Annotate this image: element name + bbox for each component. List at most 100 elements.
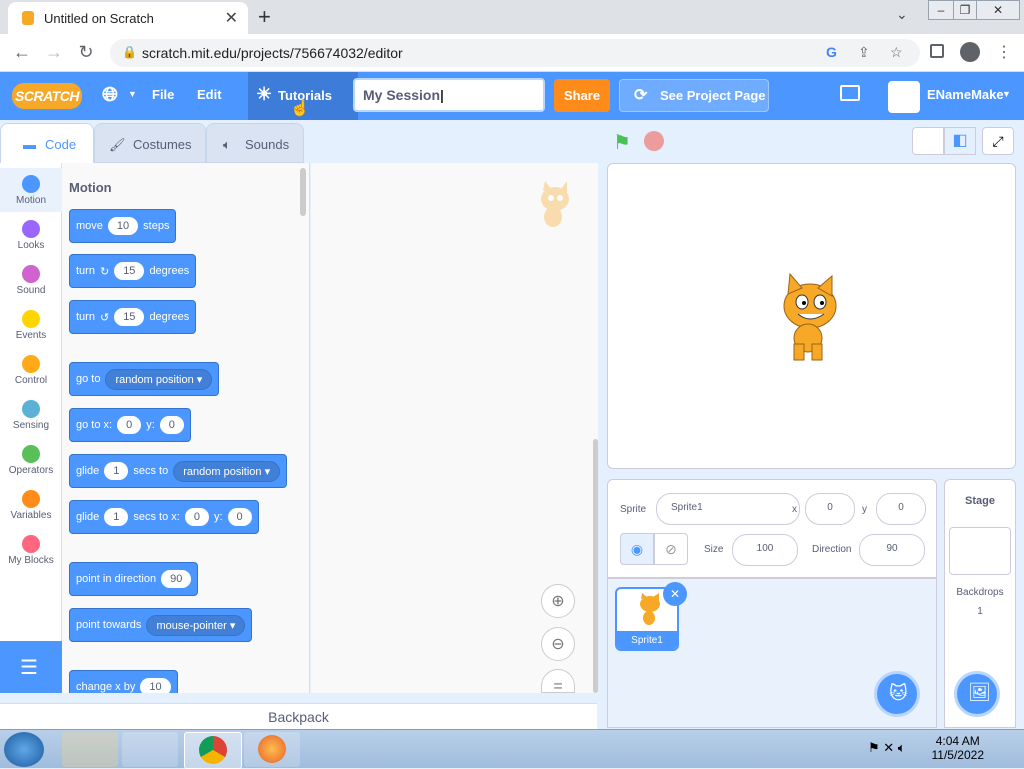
my-stuff-folder-icon[interactable]	[840, 85, 860, 101]
username-menu[interactable]: ENameMake	[927, 87, 1004, 102]
stage-target-panel[interactable]: Stage Backdrops 1 🖼︎	[944, 479, 1016, 728]
language-globe-icon[interactable]: 🌐︎	[102, 84, 118, 107]
green-flag-icon[interactable]: ⚑	[613, 130, 631, 155]
browser-tab[interactable]: Untitled on Scratch ✕	[8, 2, 248, 34]
stage-title: Stage	[965, 495, 995, 507]
block-input[interactable]: 0	[159, 416, 184, 434]
block-input[interactable]: 10	[107, 217, 139, 235]
tab-code[interactable]: ▬ Code	[0, 123, 94, 163]
hide-sprite-eye-icon[interactable]: ⊘	[654, 533, 688, 565]
category-sound[interactable]: Sound	[0, 258, 62, 302]
category-my-blocks[interactable]: My Blocks	[0, 528, 62, 572]
block-input[interactable]: 0	[227, 508, 252, 526]
go-to-xy-block[interactable]: go to x: 0 y: 0	[69, 408, 191, 442]
stage-canvas[interactable]	[607, 163, 1016, 469]
add-extension-button[interactable]: ☰	[0, 641, 62, 693]
google-icon[interactable]: G	[826, 44, 837, 60]
new-tab-icon[interactable]: +	[258, 4, 271, 30]
block-dropdown[interactable]: random position ▾	[105, 368, 213, 390]
block-input[interactable]: 15	[114, 262, 145, 280]
category-variables[interactable]: Variables	[0, 483, 62, 527]
sprite-cat-icon[interactable]	[768, 272, 854, 362]
category-control[interactable]: Control	[0, 348, 62, 392]
bookmark-star-icon[interactable]: ☆	[890, 44, 903, 61]
reload-icon[interactable]: ↻	[74, 42, 98, 63]
block-input[interactable]: 1	[104, 508, 129, 526]
restore-icon[interactable]: ❐	[953, 0, 977, 20]
block-input[interactable]: 0	[184, 508, 209, 526]
block-dropdown[interactable]: random position ▾	[173, 460, 281, 482]
close-window-icon[interactable]: ✕	[976, 0, 1020, 20]
turn-right-block[interactable]: turn ↻ 15 degrees	[69, 254, 197, 288]
url-field[interactable]: 🔒 scratch.mit.edu/projects/756674032/edi…	[110, 39, 920, 67]
block-dropdown[interactable]: mouse-pointer ▾	[146, 614, 246, 636]
media-player-icon[interactable]	[122, 732, 178, 767]
show-sprite-eye-icon[interactable]: ◉	[620, 533, 654, 565]
script-scrollbar[interactable]	[593, 439, 598, 693]
tray-icons[interactable]: ⚑ ✕ 🔈︎	[868, 740, 906, 756]
category-events[interactable]: Events	[0, 303, 62, 347]
firefox-icon[interactable]	[244, 732, 300, 767]
chrome-icon[interactable]	[184, 732, 242, 769]
y-input[interactable]: 0	[876, 493, 926, 525]
block-text: turn	[76, 265, 95, 277]
file-menu[interactable]: File	[152, 87, 174, 102]
project-title-input[interactable]: My Session|	[353, 78, 545, 112]
forward-arrow-icon[interactable]: →	[42, 42, 66, 63]
file-explorer-icon[interactable]	[62, 732, 118, 767]
block-input[interactable]: 0	[117, 416, 142, 434]
zoom-out-icon[interactable]: ⊖	[541, 627, 575, 661]
size-input[interactable]: 100	[732, 534, 798, 566]
scratch-logo[interactable]: SCRATCH	[12, 83, 82, 109]
system-clock[interactable]: 4:04 AM 11/5/2022	[932, 734, 985, 762]
avatar[interactable]	[888, 81, 920, 113]
choose-sprite-button[interactable]: 🐱︎	[874, 671, 920, 717]
direction-input[interactable]: 90	[859, 534, 925, 566]
edit-menu[interactable]: Edit	[197, 87, 222, 102]
block-input[interactable]: 1	[104, 462, 129, 480]
zoom-in-icon[interactable]: ⊕	[541, 584, 575, 618]
turn-left-block[interactable]: turn ↺ 15 degrees	[69, 300, 197, 334]
zoom-reset-icon[interactable]: =	[541, 669, 575, 695]
menu-dots-icon[interactable]: ⋮	[996, 42, 1012, 62]
choose-backdrop-button[interactable]: 🖼︎	[954, 671, 1000, 717]
block-input[interactable]: 10	[140, 678, 171, 693]
category-motion[interactable]: Motion	[0, 168, 62, 212]
backdrop-thumbnail[interactable]	[949, 527, 1011, 575]
glide-to-xy-block[interactable]: glide 1 secs to x: 0 y: 0	[69, 500, 259, 534]
stop-icon[interactable]	[644, 131, 664, 151]
point-towards-block[interactable]: point towards mouse-pointer ▾	[69, 608, 253, 642]
delete-sprite-icon[interactable]: ✕	[663, 582, 687, 606]
palette-scrollbar[interactable]	[300, 168, 306, 216]
backpack-bar[interactable]: Backpack	[0, 703, 597, 729]
category-looks[interactable]: Looks	[0, 213, 62, 257]
go-to-block[interactable]: go to random position ▾	[69, 362, 220, 396]
minimize-icon[interactable]: –	[928, 0, 954, 20]
block-input[interactable]: 15	[114, 308, 145, 326]
category-operators[interactable]: Operators	[0, 438, 62, 482]
tutorials-button[interactable]: ☀ Tutorials ☝	[248, 72, 358, 120]
share-button[interactable]: Share	[554, 79, 610, 112]
sprite-name-input[interactable]: Sprite1	[656, 493, 800, 525]
windows-start-icon[interactable]	[4, 732, 44, 767]
tab-sounds[interactable]: 🔈︎ Sounds	[206, 123, 304, 163]
glide-to-block[interactable]: glide 1 secs to random position ▾	[69, 454, 288, 488]
point-in-direction-block[interactable]: point in direction 90	[69, 562, 199, 596]
close-tab-icon[interactable]: ✕	[225, 8, 238, 28]
x-input[interactable]: 0	[805, 493, 855, 525]
side-panel-icon[interactable]	[930, 44, 944, 58]
move-steps-block[interactable]: move 10 steps	[69, 209, 177, 243]
block-input[interactable]: 90	[161, 570, 192, 588]
see-project-page-button[interactable]: ⟳ See Project Page	[619, 79, 769, 112]
change-x-block[interactable]: change x by 10	[69, 670, 178, 693]
tab-search-chevron-icon[interactable]: ⌄	[896, 6, 908, 23]
script-area[interactable]: ⊕ ⊖ =	[311, 163, 598, 695]
small-stage-icon[interactable]	[912, 127, 944, 155]
tab-costumes[interactable]: 🖌︎ Costumes	[94, 123, 206, 163]
fullscreen-icon[interactable]: ⤢	[982, 127, 1014, 155]
back-arrow-icon[interactable]: ←	[10, 42, 34, 63]
large-stage-icon[interactable]: ◧	[944, 127, 976, 155]
category-sensing[interactable]: Sensing	[0, 393, 62, 437]
profile-icon[interactable]	[960, 42, 980, 62]
share-page-icon[interactable]: ⇪	[858, 44, 870, 61]
